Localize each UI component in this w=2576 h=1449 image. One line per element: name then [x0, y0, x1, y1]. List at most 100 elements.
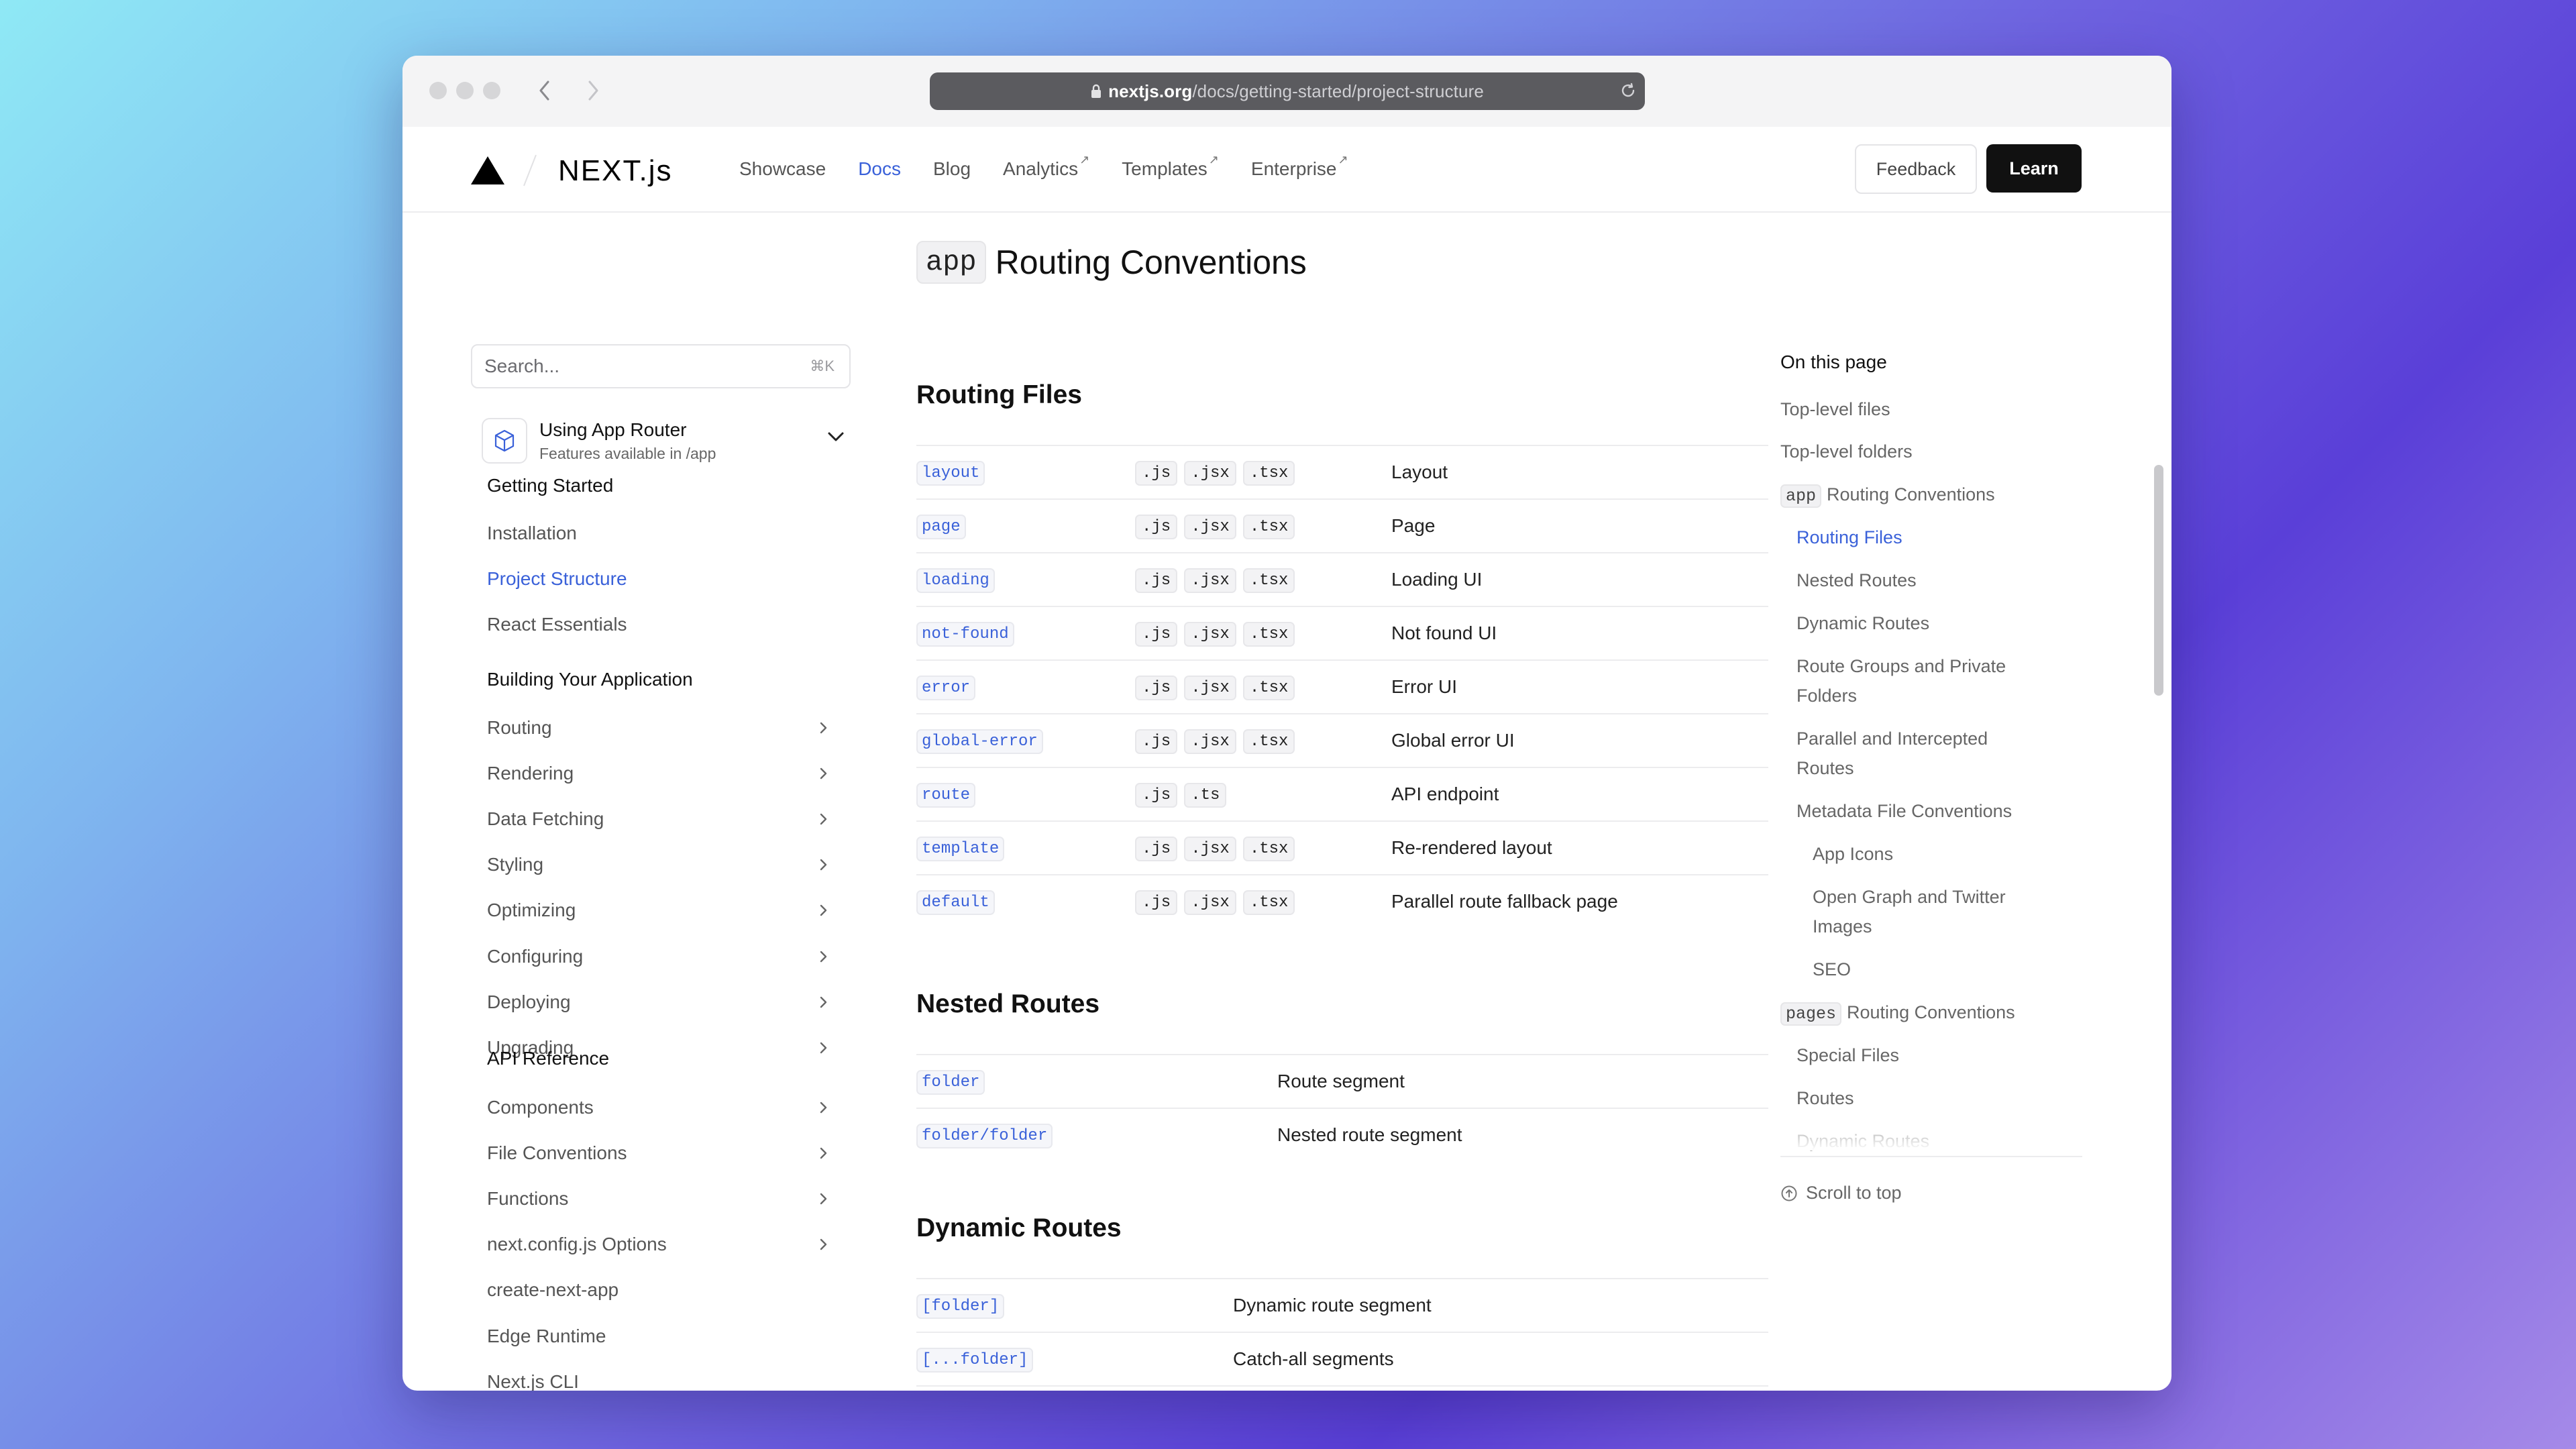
sidebar-item-project-structure[interactable]: Project Structure [487, 564, 829, 594]
file-extension: .jsx [1184, 837, 1236, 861]
router-title: Using App Router [539, 419, 687, 440]
nav-link-showcase[interactable]: Showcase [739, 158, 826, 180]
sidebar-item-label: React Essentials [487, 614, 627, 635]
nav-link-blog[interactable]: Blog [933, 158, 971, 180]
toc-item-label: Route Groups and Private Folders [1796, 656, 2006, 706]
sidebar-item-configuring[interactable]: Configuring [487, 942, 829, 971]
search-input[interactable]: Search... ⌘K [471, 344, 851, 388]
table-row: global-error .js .jsx .tsx Global error UI [916, 713, 1768, 767]
lock-icon [1091, 84, 1102, 99]
toc-item-seo[interactable]: SEO [1813, 955, 2047, 984]
toc-item-open-graph-and-twitter-images[interactable]: Open Graph and Twitter Images [1813, 882, 2047, 941]
chevron-right-icon [818, 1040, 829, 1056]
vercel-logo-icon[interactable] [471, 156, 504, 184]
toc-item-parallel-and-intercepted-routes[interactable]: Parallel and Intercepted Routes [1796, 724, 2045, 783]
sidebar-group-api-reference: API Reference [487, 1048, 610, 1069]
nav-link-templates[interactable]: Templates ↗ [1122, 153, 1219, 180]
page-title-code: app [916, 241, 986, 284]
chevron-left-icon [539, 80, 549, 101]
chevron-right-icon [818, 1236, 829, 1252]
sidebar-item-label: Edge Runtime [487, 1325, 606, 1346]
chevron-down-icon [826, 430, 845, 447]
nav-link-docs[interactable]: Docs [858, 158, 901, 180]
sidebar-item-create-next-app[interactable]: create-next-app [487, 1275, 829, 1305]
heading-nested-routes: Nested Routes [916, 989, 1100, 1018]
route-description: Global error UI [1391, 730, 1515, 751]
sidebar-item-components[interactable]: Components [487, 1093, 829, 1122]
router-switcher[interactable]: Using App Router Features available in /… [482, 415, 851, 469]
toc-item-top-level-files[interactable]: Top-level files [1780, 394, 2062, 424]
sidebar-item-rendering[interactable]: Rendering [487, 759, 829, 788]
sidebar-item-styling[interactable]: Styling [487, 850, 829, 879]
toc-item-nested-routes[interactable]: Nested Routes [1796, 566, 2045, 595]
toc-item-routing-files[interactable]: Routing Files [1796, 523, 2045, 552]
route-description: Re-rendered layout [1391, 837, 1552, 858]
address-bar[interactable]: nextjs.org/docs/getting-started/project-… [930, 72, 1645, 110]
chevron-right-icon [818, 765, 829, 782]
sidebar-item-optimizing[interactable]: Optimizing [487, 896, 829, 925]
toc-divider [1780, 1156, 2082, 1157]
url-path: /docs/getting-started/project-structure [1192, 80, 1484, 101]
toc-item-label: Parallel and Intercepted Routes [1796, 729, 1988, 778]
toc-item-metadata-file-conventions[interactable]: Metadata File Conventions [1796, 796, 2045, 826]
sidebar-item-routing[interactable]: Routing [487, 713, 829, 743]
route-file-name: route [916, 783, 976, 808]
sidebar-item-installation[interactable]: Installation [487, 519, 829, 548]
sidebar-item-next-config-js-options[interactable]: next.config.js Options [487, 1230, 829, 1259]
nav-link-analytics[interactable]: Analytics ↗ [1003, 153, 1089, 180]
table-row: route .js .ts API endpoint [916, 767, 1768, 820]
route-file-name: default [916, 890, 995, 915]
page-title: app Routing Conventions [916, 241, 1307, 284]
nextjs-logo[interactable]: NEXT.js [558, 154, 686, 187]
file-extension: .jsx [1184, 729, 1236, 754]
toc-item-pages-routing-conventions[interactable]: pages Routing Conventions [1780, 998, 2062, 1029]
sidebar-item-functions[interactable]: Functions [487, 1184, 829, 1214]
back-button[interactable] [531, 74, 558, 107]
toc-item-route-groups-and-private-folders[interactable]: Route Groups and Private Folders [1796, 651, 2045, 710]
nav-link-label: Showcase [739, 158, 826, 179]
sidebar-item-label: Installation [487, 523, 577, 543]
sidebar-item-deploying[interactable]: Deploying [487, 987, 829, 1017]
file-extension: .js [1135, 461, 1178, 486]
route-file-name: global-error [916, 729, 1043, 754]
sidebar-item-file-conventions[interactable]: File Conventions [487, 1138, 829, 1168]
nav-link-enterprise[interactable]: Enterprise ↗ [1251, 153, 1348, 180]
sidebar-item-data-fetching[interactable]: Data Fetching [487, 804, 829, 834]
nav-link-label: Templates [1122, 158, 1208, 179]
feedback-button[interactable]: Feedback [1855, 144, 1977, 194]
forward-button[interactable] [580, 74, 606, 107]
sidebar-item-label: create-next-app [487, 1279, 619, 1301]
chevron-right-icon [818, 720, 829, 736]
close-window-button[interactable] [429, 82, 447, 99]
chevron-right-icon [818, 1191, 829, 1207]
scroll-to-top-link[interactable]: Scroll to top [1780, 1183, 1902, 1203]
zoom-window-button[interactable] [483, 82, 500, 99]
toc-item-special-files[interactable]: Special Files [1796, 1040, 2045, 1070]
page-scrollbar[interactable] [2154, 465, 2163, 696]
route-file-name: [folder] [916, 1294, 1005, 1319]
minimize-window-button[interactable] [456, 82, 474, 99]
toc-fade [1780, 1104, 2082, 1150]
table-row: page .js .jsx .tsx Page [916, 498, 1768, 552]
sidebar-item-edge-runtime[interactable]: Edge Runtime [487, 1322, 829, 1351]
toc-item-label: Metadata File Conventions [1796, 801, 2012, 821]
search-placeholder: Search... [484, 356, 560, 376]
sidebar-item-label: Data Fetching [487, 808, 604, 830]
toc-item-app-icons[interactable]: App Icons [1813, 839, 2047, 869]
sidebar-item-next-js-cli[interactable]: Next.js CLI [487, 1367, 829, 1391]
toc-item-label: App Icons [1813, 844, 1894, 864]
reload-icon[interactable] [1619, 82, 1637, 104]
file-extension: .tsx [1242, 461, 1295, 486]
nav-link-label: Analytics [1003, 158, 1079, 179]
file-extension: .js [1135, 890, 1178, 915]
file-extension: .tsx [1242, 622, 1295, 647]
toc-title: On this page [1780, 352, 1887, 372]
learn-button[interactable]: Learn [1986, 144, 2082, 193]
toc-item-app-routing-conventions[interactable]: app Routing Conventions [1780, 480, 2062, 511]
route-file-name: folder [916, 1070, 985, 1095]
sidebar-item-react-essentials[interactable]: React Essentials [487, 610, 829, 639]
chevron-right-icon [818, 949, 829, 965]
toc-item-top-level-folders[interactable]: Top-level folders [1780, 437, 2062, 466]
toc-item-dynamic-routes[interactable]: Dynamic Routes [1796, 608, 2045, 638]
route-file-name: template [916, 837, 1005, 861]
